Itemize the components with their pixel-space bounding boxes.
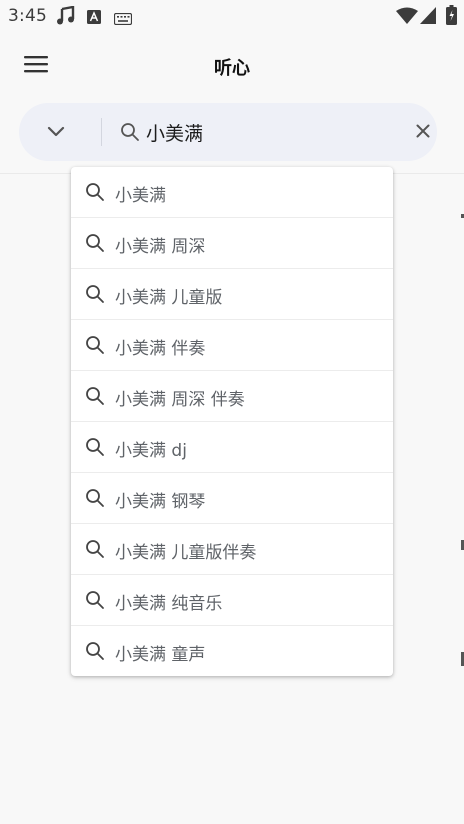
suggestion-item[interactable]: 小美满 童声: [71, 626, 393, 676]
search-icon: [85, 488, 105, 512]
chevron-down-icon: [47, 123, 65, 142]
suggestion-item[interactable]: 小美满 钢琴: [71, 473, 393, 524]
battery-icon: [446, 5, 457, 29]
suggestion-label: 小美满: [115, 186, 166, 206]
keyboard-icon: [113, 10, 133, 29]
suggestion-label: 小美满 儿童版伴奏: [115, 543, 257, 563]
screen: 3:45 听心 小美满 小美满 小美满 周深 小美满 儿童版 小美满 伴奏 小美…: [0, 0, 464, 824]
search-icon: [85, 590, 105, 614]
suggestion-label: 小美满 童声: [115, 645, 206, 665]
search-icon: [85, 284, 105, 308]
search-icon: [85, 539, 105, 563]
suggestion-item[interactable]: 小美满 纯音乐: [71, 575, 393, 626]
suggestion-label: 小美满 周深: [115, 237, 206, 257]
search-icon: [85, 641, 105, 665]
search-icon: [85, 335, 105, 359]
suggestion-label: 小美满 周深 伴奏: [115, 390, 245, 410]
search-input[interactable]: [146, 117, 396, 147]
suggestion-label: 小美满 纯音乐: [115, 594, 223, 614]
suggestion-label: 小美满 钢琴: [115, 492, 206, 512]
suggestion-item[interactable]: 小美满 儿童版: [71, 269, 393, 320]
suggestion-item[interactable]: 小美满 伴奏: [71, 320, 393, 371]
suggestion-label: 小美满 dj: [115, 441, 187, 461]
clear-search-button[interactable]: [411, 120, 435, 144]
search-divider: [101, 118, 102, 146]
app-bar: 听心: [0, 40, 464, 96]
wifi-icon: [396, 7, 418, 29]
suggestion-item[interactable]: 小美满: [71, 167, 393, 218]
search-icon: [120, 122, 140, 146]
page-title: 听心: [214, 58, 250, 79]
text-a-icon: [87, 9, 101, 28]
cell-signal-icon: [420, 7, 436, 28]
suggestion-item[interactable]: 小美满 周深 伴奏: [71, 371, 393, 422]
search-icon: [85, 437, 105, 461]
suggestion-item[interactable]: 小美满 dj: [71, 422, 393, 473]
search-bar: [19, 103, 437, 161]
suggestion-label: 小美满 伴奏: [115, 339, 206, 359]
search-icon: [85, 233, 105, 257]
search-suggestions-list: 小美满小美满 周深 小美满 儿童版 小美满 伴奏小美满 周深 伴奏 小美满 dj 小美满…: [71, 167, 393, 676]
status-bar: 3:45: [0, 0, 464, 32]
suggestion-label: 小美满 儿童版: [115, 288, 223, 308]
search-icon: [85, 182, 105, 206]
close-icon: [416, 123, 430, 142]
status-time: 3:45: [8, 6, 47, 26]
search-scope-dropdown[interactable]: [43, 119, 69, 145]
suggestion-item[interactable]: 小美满 儿童版伴奏: [71, 524, 393, 575]
music-note-icon: [56, 5, 76, 30]
search-icon: [85, 386, 105, 410]
suggestion-item[interactable]: 小美满 周深: [71, 218, 393, 269]
